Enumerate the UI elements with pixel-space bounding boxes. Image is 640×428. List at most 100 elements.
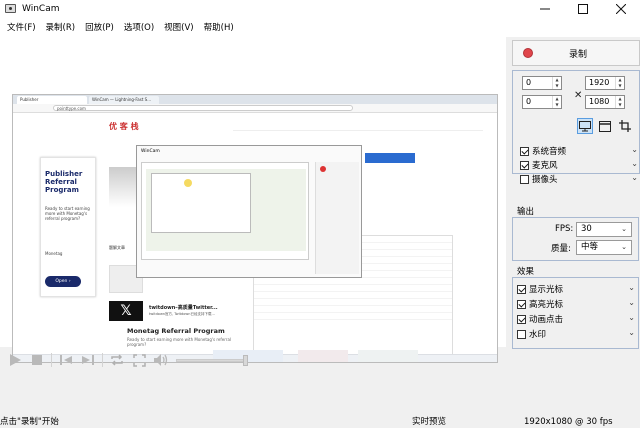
preview-bottom-sub: Ready to start earning more with Monetag… bbox=[127, 337, 232, 347]
fullscreen-icon bbox=[132, 353, 146, 367]
system-audio-checkbox[interactable] bbox=[520, 146, 529, 156]
record-button[interactable]: 录制 bbox=[512, 40, 640, 66]
chevron-down-icon[interactable]: ⌄ bbox=[628, 283, 635, 292]
preview-section-tag: 题解文章 bbox=[109, 245, 125, 250]
quality-select[interactable]: 中等 ⌄ bbox=[576, 240, 632, 255]
chevron-down-icon[interactable]: ⌄ bbox=[628, 298, 635, 307]
source-microphone[interactable]: 麦克风 ⌄ bbox=[520, 158, 640, 172]
minimize-button[interactable] bbox=[526, 0, 564, 17]
quality-label: 质量: bbox=[551, 244, 571, 254]
status-bar: 点击"录制"开始 实时预览 1920x1080 @ 30 fps bbox=[0, 416, 640, 428]
controls-spacer bbox=[0, 373, 506, 413]
volume-icon bbox=[154, 354, 168, 366]
preview-browser-tab-2: WinCam — Lightning-Fast S... bbox=[89, 96, 159, 104]
chevron-down-icon[interactable]: ⌄ bbox=[631, 145, 638, 154]
preview-ad-desc: Ready to start earning more with Monetag… bbox=[45, 206, 90, 221]
menu-playback[interactable]: 回放(P) bbox=[80, 21, 119, 33]
region-x-stepper[interactable]: ▲ ▼ bbox=[552, 77, 561, 89]
capture-region-group: 0 ▲ ▼ 0 ▲ ▼ ✕ 1920 ▲ ▼ 1080 ▲ ▼ 系统音频 ⌄ 麦… bbox=[512, 70, 640, 185]
close-icon bbox=[616, 3, 626, 14]
maximize-icon bbox=[578, 3, 588, 14]
play-button[interactable] bbox=[4, 349, 26, 371]
menu-options[interactable]: 选项(O) bbox=[119, 21, 159, 33]
animate-clicks-checkbox[interactable] bbox=[517, 314, 526, 324]
region-height-field[interactable]: 1080 ▲ ▼ bbox=[585, 95, 625, 109]
chevron-down-icon[interactable]: ⌄ bbox=[631, 159, 638, 168]
monitor-icon bbox=[579, 120, 591, 131]
region-height-stepper[interactable]: ▲ ▼ bbox=[615, 96, 624, 108]
close-button[interactable] bbox=[602, 0, 640, 17]
loop-button[interactable] bbox=[106, 349, 128, 371]
play-icon bbox=[10, 354, 21, 366]
preview-nested-title: WinCam bbox=[141, 149, 160, 154]
chevron-down-icon: ⌄ bbox=[621, 243, 627, 251]
region-width-value: 1920 bbox=[589, 78, 610, 87]
source-camera[interactable]: 摄像头 ⌄ bbox=[520, 172, 640, 186]
preview-browser-tab: Publisher bbox=[17, 96, 87, 104]
effects-group: 显示光标 ⌄ 高亮光标 ⌄ 动画点击 ⌄ 水印 ⌄ bbox=[512, 277, 639, 349]
region-mode-button[interactable] bbox=[617, 118, 633, 134]
region-y-stepper[interactable]: ▲ ▼ bbox=[552, 96, 561, 108]
effect-highlight-cursor[interactable]: 高亮光标 ⌄ bbox=[517, 297, 637, 311]
loop-icon bbox=[111, 354, 123, 366]
menu-view[interactable]: 视图(V) bbox=[159, 21, 198, 33]
region-width-stepper[interactable]: ▲ ▼ bbox=[615, 77, 624, 89]
effect-animate-clicks[interactable]: 动画点击 ⌄ bbox=[517, 312, 637, 326]
region-width-field[interactable]: 1920 ▲ ▼ bbox=[585, 76, 625, 90]
volume-button[interactable] bbox=[150, 349, 172, 371]
live-preview-image: Publisher WinCam — Lightning-Fast S... p… bbox=[12, 94, 498, 363]
window-title: WinCam bbox=[22, 3, 60, 14]
menu-record[interactable]: 录制(R) bbox=[41, 21, 81, 33]
show-cursor-checkbox[interactable] bbox=[517, 284, 526, 294]
menu-help[interactable]: 帮助(H) bbox=[199, 21, 239, 33]
region-x-field[interactable]: 0 ▲ ▼ bbox=[522, 76, 562, 90]
skip-start-button[interactable] bbox=[55, 349, 77, 371]
window-mode-button[interactable] bbox=[597, 118, 613, 134]
fps-select[interactable]: 30 ⌄ bbox=[576, 222, 632, 237]
preview-area: Publisher WinCam — Lightning-Fast S... p… bbox=[0, 37, 506, 363]
control-panel: 录制 0 ▲ ▼ 0 ▲ ▼ ✕ 1920 ▲ ▼ 1080 ▲ ▼ 系统音频 … bbox=[509, 37, 640, 415]
preview-site-logo: 优 客 栈 bbox=[109, 122, 139, 131]
effect-show-cursor[interactable]: 显示光标 ⌄ bbox=[517, 282, 637, 296]
status-resolution: 1920x1080 @ 30 fps bbox=[524, 417, 613, 427]
chevron-down-icon[interactable]: ⌄ bbox=[628, 313, 635, 322]
stop-button[interactable] bbox=[26, 349, 48, 371]
preview-tw-title: twitdown–高质量Twitter... bbox=[149, 305, 218, 311]
output-group: FPS: 30 ⌄ 质量: 中等 ⌄ bbox=[512, 217, 639, 261]
preview-url: pointtype.com bbox=[53, 105, 353, 111]
highlight-cursor-checkbox[interactable] bbox=[517, 299, 526, 309]
chevron-down-icon[interactable]: ⌄ bbox=[628, 328, 635, 337]
skip-end-icon bbox=[82, 355, 94, 365]
status-hint: 点击"录制"开始 bbox=[0, 417, 59, 427]
maximize-button[interactable] bbox=[564, 0, 602, 17]
window-icon bbox=[599, 120, 611, 132]
region-x-value: 0 bbox=[526, 78, 532, 87]
crop-icon bbox=[619, 120, 631, 132]
region-height-value: 1080 bbox=[589, 97, 610, 106]
stop-icon bbox=[32, 355, 42, 365]
skip-end-button[interactable] bbox=[77, 349, 99, 371]
camera-checkbox[interactable] bbox=[520, 174, 529, 184]
chevron-down-icon[interactable]: ⌄ bbox=[631, 173, 638, 182]
preview-bottom-title: Monetag Referral Program bbox=[127, 327, 225, 335]
fullscreen-mode-button[interactable] bbox=[577, 118, 593, 134]
dimension-cross-icon: ✕ bbox=[574, 90, 583, 101]
effect-watermark[interactable]: 水印 ⌄ bbox=[517, 327, 637, 341]
minimize-icon bbox=[540, 8, 550, 9]
volume-slider-thumb[interactable] bbox=[243, 355, 248, 366]
volume-slider[interactable] bbox=[176, 355, 248, 366]
preview-blue-button bbox=[365, 153, 415, 163]
menu-file[interactable]: 文件(F) bbox=[2, 21, 41, 33]
source-system-audio[interactable]: 系统音频 ⌄ bbox=[520, 144, 640, 158]
status-mode: 实时预览 bbox=[412, 417, 447, 427]
preview-ad-button: Open › bbox=[45, 276, 81, 287]
volume-slider-track bbox=[176, 359, 248, 362]
fullscreen-button[interactable] bbox=[128, 349, 150, 371]
chevron-down-icon: ⌄ bbox=[621, 225, 627, 233]
preview-address-bar: pointtype.com bbox=[13, 104, 497, 113]
preview-x-logo: 𝕏 bbox=[109, 301, 143, 321]
microphone-checkbox[interactable] bbox=[520, 160, 529, 170]
region-y-field[interactable]: 0 ▲ ▼ bbox=[522, 95, 562, 109]
watermark-checkbox[interactable] bbox=[517, 329, 526, 339]
preview-browser-tabbar: Publisher WinCam — Lightning-Fast S... bbox=[13, 95, 497, 104]
